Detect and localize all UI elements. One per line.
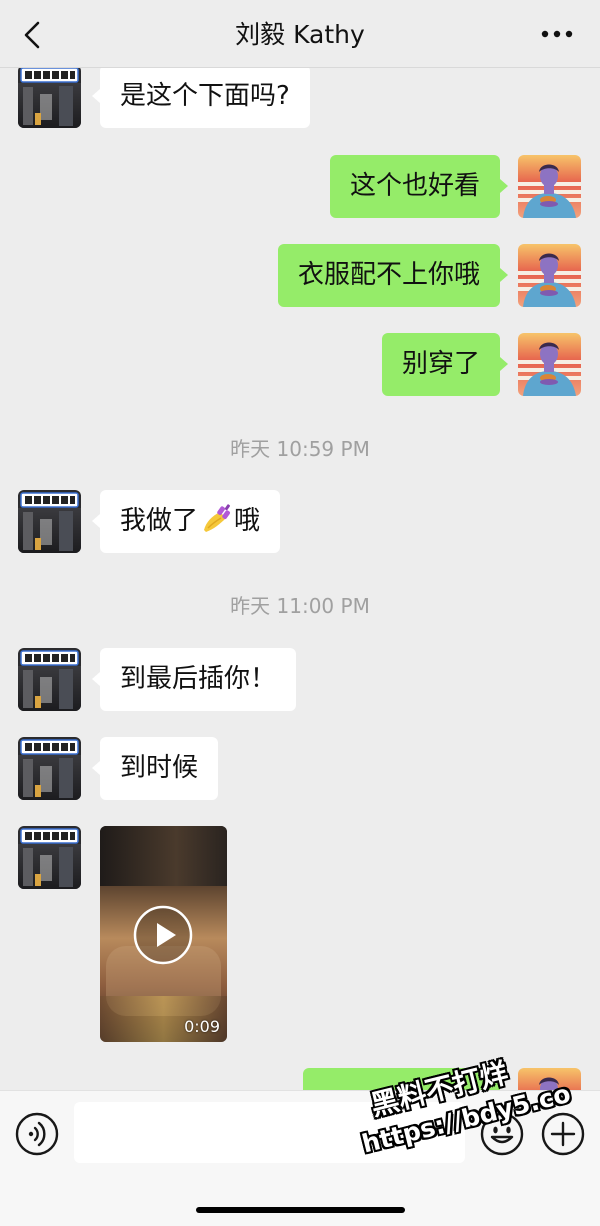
- message-row-received-video: 0:09: [0, 826, 600, 1042]
- received-message-bubble[interactable]: 我做了 哦: [91, 490, 281, 553]
- emoji-icon[interactable]: [480, 1112, 524, 1156]
- message-input[interactable]: [74, 1102, 465, 1163]
- received-message-bubble[interactable]: 是这个下面吗?: [92, 68, 310, 128]
- message-timestamp: 昨天 10:59 PM: [230, 437, 370, 461]
- more-dots-icon[interactable]: [540, 26, 574, 42]
- sent-message-bubble[interactable]: 这个也好看: [329, 155, 509, 218]
- message-row-received: 是这个下面吗?: [0, 68, 600, 128]
- message-row-received: 我做了 哦: [0, 490, 600, 553]
- voice-icon[interactable]: [15, 1112, 59, 1156]
- video-message-thumbnail[interactable]: 0:09: [100, 826, 227, 1042]
- contact-avatar[interactable]: [18, 648, 81, 711]
- chat-title: 刘毅 Kathy: [235, 20, 365, 49]
- video-duration: 0:09: [184, 1017, 220, 1036]
- chat-input-bar: [0, 1090, 600, 1226]
- plus-icon[interactable]: [541, 1112, 585, 1156]
- my-avatar[interactable]: [518, 244, 581, 307]
- video-thumbnail-image: [100, 826, 227, 886]
- my-avatar[interactable]: [518, 333, 581, 396]
- nail-polish-emoji: [200, 503, 232, 534]
- message-row-sent: 这个也好看: [0, 155, 600, 218]
- contact-avatar[interactable]: [18, 490, 81, 553]
- message-row-sent: 衣服配不上你哦: [0, 244, 600, 307]
- message-list[interactable]: 是这个下面吗? 这个也好看 衣服配不上你哦 别穿了 昨天 10:59 PM 我做…: [0, 68, 600, 1090]
- message-timestamp: 昨天 11:00 PM: [230, 594, 370, 618]
- contact-avatar[interactable]: [18, 68, 81, 128]
- sent-message-bubble[interactable]: 别穿了: [381, 333, 509, 396]
- message-row-sent: 别穿了: [0, 333, 600, 396]
- message-row-received: 到时候: [0, 737, 600, 800]
- sent-message-bubble[interactable]: 衣服配不上你哦: [277, 244, 509, 307]
- received-message-bubble[interactable]: 到时候: [91, 737, 219, 800]
- sent-message-bubble[interactable]: [303, 1068, 500, 1090]
- contact-avatar[interactable]: [18, 737, 81, 800]
- message-text: 哦: [234, 506, 261, 536]
- received-message-bubble[interactable]: 到最后插你！: [91, 648, 297, 711]
- home-indicator: [196, 1207, 405, 1213]
- contact-avatar[interactable]: [18, 826, 81, 889]
- my-avatar[interactable]: [518, 155, 581, 218]
- chat-header: 刘毅 Kathy: [0, 0, 600, 68]
- play-circle-icon: [133, 905, 193, 965]
- message-row-sent: [0, 1068, 600, 1090]
- message-text: 我做了: [120, 506, 199, 536]
- my-avatar[interactable]: [518, 1068, 581, 1090]
- message-row-received: 到最后插你！: [0, 648, 600, 711]
